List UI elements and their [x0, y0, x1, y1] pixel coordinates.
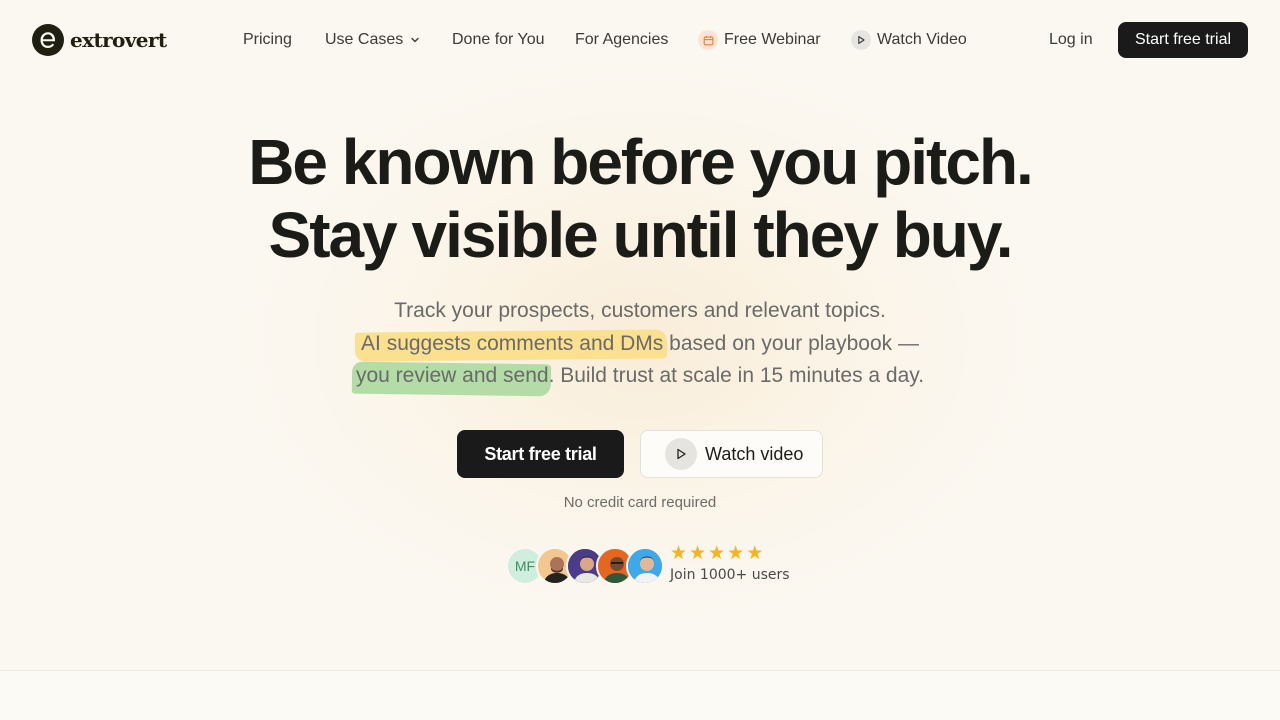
- headline-line-2: Stay visible until they buy.: [268, 199, 1014, 271]
- logo-mark-icon: [32, 24, 64, 56]
- star-icon: ★: [727, 543, 745, 564]
- nav-done-for-you-label: Done for You: [452, 31, 545, 48]
- hero-start-trial-label: Start free trial: [484, 443, 597, 464]
- avatar: [626, 547, 664, 585]
- login-link[interactable]: Log in: [1049, 29, 1093, 51]
- nav-pricing-label: Pricing: [243, 31, 292, 48]
- avatar-initials: MF: [514, 558, 536, 574]
- star-icon: ★: [670, 543, 688, 564]
- subheadline-line-3-rest: . Build trust at scale in 15 minutes a d…: [548, 364, 925, 387]
- nav-watch-video-label: Watch Video: [877, 31, 967, 48]
- nav-use-cases[interactable]: Use Cases: [325, 29, 421, 51]
- highlight-ai-suggests: AI suggests comments and DMs: [361, 328, 663, 361]
- headline-line-1: Be known before you pitch.: [248, 126, 1034, 198]
- nav-free-webinar[interactable]: Free Webinar: [698, 29, 821, 51]
- nav-done-for-you[interactable]: Done for You: [452, 29, 545, 51]
- star-icon: ★: [689, 543, 707, 564]
- brand-logo[interactable]: extrovert: [32, 24, 167, 56]
- hero-start-trial-button[interactable]: Start free trial: [457, 430, 624, 478]
- play-icon: [665, 438, 697, 470]
- nav-use-cases-label: Use Cases: [325, 31, 404, 48]
- top-navigation: extrovert Pricing Use Cases Done for You…: [0, 0, 1280, 80]
- login-label: Log in: [1049, 31, 1093, 48]
- subheadline-line-3: you review and send. Build trust at scal…: [0, 360, 1280, 393]
- nav-watch-video[interactable]: Watch Video: [851, 29, 967, 51]
- rating-block: ★ ★ ★ ★ ★ Join 1000+ users: [670, 544, 790, 584]
- subheadline-line-2-rest: based on your playbook —: [663, 331, 919, 355]
- nav-start-trial-label: Start free trial: [1134, 31, 1232, 48]
- star-icon: ★: [708, 543, 726, 564]
- star-icon: ★: [746, 543, 764, 564]
- join-users-label: Join 1000+ users: [670, 567, 790, 583]
- nav-for-agencies-label: For Agencies: [575, 31, 669, 48]
- nav-pricing[interactable]: Pricing: [243, 29, 292, 51]
- hero-watch-video-label: Watch video: [705, 443, 804, 464]
- chevron-down-icon: [411, 37, 419, 43]
- hero-headline: Be known before you pitch. Stay visible …: [0, 126, 1280, 272]
- play-icon: [851, 30, 871, 50]
- subheadline-line-1: Track your prospects, customers and rele…: [394, 299, 886, 322]
- calendar-icon: [698, 30, 718, 50]
- highlight-review-send: you review and send: [356, 360, 549, 393]
- brand-name: extrovert: [70, 28, 167, 52]
- subheadline-line-2: AI suggests comments and DMs based on yo…: [0, 328, 1280, 361]
- hero-watch-video-button[interactable]: Watch video: [640, 430, 823, 478]
- nav-for-agencies[interactable]: For Agencies: [575, 29, 668, 51]
- no-credit-card-note: No credit card required: [563, 494, 717, 511]
- star-rating: ★ ★ ★ ★ ★: [670, 544, 790, 564]
- nav-start-trial-button[interactable]: Start free trial: [1118, 22, 1248, 58]
- hero-subheadline: Track your prospects, customers and rele…: [0, 295, 1280, 393]
- next-section-edge: [0, 671, 1280, 720]
- nav-free-webinar-label: Free Webinar: [724, 31, 821, 48]
